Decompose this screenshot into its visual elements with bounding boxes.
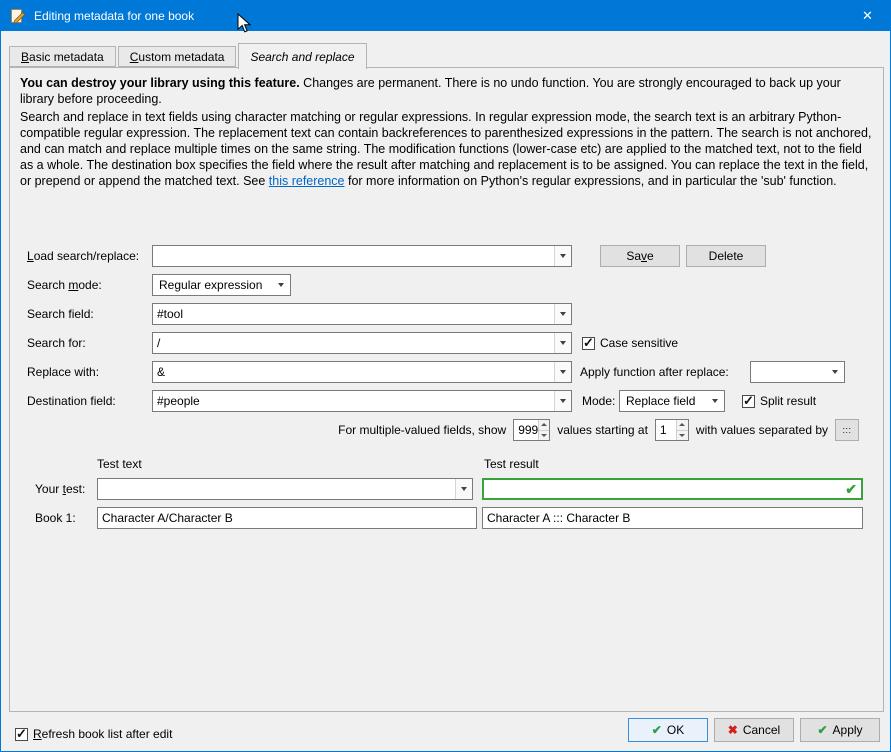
search-for-input[interactable] bbox=[153, 333, 554, 353]
description-text: Search and replace in text fields using … bbox=[20, 109, 877, 189]
search-field-combo[interactable] bbox=[152, 303, 572, 325]
tab-label: Basic metadata bbox=[21, 49, 104, 64]
your-test-combo[interactable] bbox=[97, 478, 473, 500]
your-test-label: Your test: bbox=[35, 482, 86, 496]
tab-panel: You can destroy your library using this … bbox=[9, 67, 884, 712]
refresh-book-list-checkbox[interactable]: Refresh book list after edit bbox=[15, 723, 172, 745]
dropdown-arrow-icon bbox=[278, 283, 284, 287]
close-icon: ✕ bbox=[862, 8, 873, 23]
split-result-label: Split result bbox=[760, 394, 817, 408]
load-search-replace-combo[interactable] bbox=[152, 245, 572, 267]
spinner-down-button[interactable] bbox=[539, 429, 550, 440]
dropdown-arrow-icon[interactable] bbox=[554, 246, 571, 266]
save-button-label: Save bbox=[626, 249, 654, 263]
warning-text: You can destroy your library using this … bbox=[20, 75, 877, 108]
replace-with-input[interactable] bbox=[153, 362, 554, 382]
ok-check-icon: ✔ bbox=[651, 723, 662, 737]
checkbox-icon bbox=[742, 393, 755, 409]
spinner-down-button[interactable] bbox=[676, 429, 688, 440]
warning-bold-text: You can destroy your library using this … bbox=[20, 76, 300, 90]
reference-link[interactable]: this reference bbox=[269, 174, 345, 188]
search-for-combo[interactable] bbox=[152, 332, 572, 354]
tab-bar: Basic metadata Custom metadata Search an… bbox=[9, 43, 369, 69]
tab-label: Custom metadata bbox=[129, 49, 225, 64]
split-result-checkbox[interactable]: Split result bbox=[742, 390, 816, 412]
search-for-label: Search for: bbox=[27, 336, 86, 350]
tab-basic-metadata[interactable]: Basic metadata bbox=[9, 46, 116, 67]
apply-check-icon: ✔ bbox=[817, 723, 828, 737]
dropdown-arrow-icon bbox=[832, 370, 838, 374]
delete-button-label: Delete bbox=[708, 249, 744, 263]
spinner-up-button[interactable] bbox=[676, 420, 688, 430]
destination-field-input[interactable] bbox=[153, 391, 554, 411]
checkbox-icon bbox=[582, 335, 595, 351]
search-field-label: Search field: bbox=[27, 307, 94, 321]
edit-metadata-icon bbox=[10, 8, 26, 24]
separator-button[interactable]: ::: bbox=[835, 419, 859, 441]
case-sensitive-label: Case sensitive bbox=[600, 336, 679, 350]
your-test-result-field: ✔ bbox=[482, 478, 863, 500]
multi-start-label: values starting at bbox=[557, 423, 648, 437]
mode-value: Replace field bbox=[626, 394, 696, 408]
load-search-replace-label: Load search/replace: bbox=[27, 249, 140, 263]
window-title: Editing metadata for one book bbox=[34, 9, 195, 23]
cancel-x-icon: ✖ bbox=[727, 723, 738, 737]
dropdown-arrow-icon[interactable] bbox=[554, 362, 571, 382]
separator-button-label: ::: bbox=[842, 425, 852, 435]
spinner-up-button[interactable] bbox=[539, 420, 550, 430]
success-check-icon: ✔ bbox=[845, 481, 857, 497]
search-mode-value: Regular expression bbox=[159, 278, 263, 292]
mode-dropdown[interactable]: Replace field bbox=[619, 390, 725, 412]
tab-label: Search and replace bbox=[250, 49, 355, 64]
dropdown-arrow-icon[interactable] bbox=[455, 479, 472, 499]
dialog-window: Editing metadata for one book ✕ Basic me… bbox=[0, 0, 891, 752]
cancel-button[interactable]: ✖ Cancel bbox=[714, 718, 794, 742]
multi-show-label: For multiple-valued fields, show bbox=[338, 423, 507, 437]
spinner-value[interactable]: 999 bbox=[514, 420, 538, 440]
book1-test-input[interactable] bbox=[97, 507, 477, 529]
dropdown-arrow-icon bbox=[712, 399, 718, 403]
destination-field-label: Destination field: bbox=[27, 394, 116, 408]
cancel-button-label: Cancel bbox=[742, 723, 781, 737]
book1-label: Book 1: bbox=[35, 511, 76, 525]
apply-function-label: Apply function after replace: bbox=[580, 365, 729, 379]
tab-custom-metadata[interactable]: Custom metadata bbox=[117, 46, 237, 67]
search-field-input[interactable] bbox=[153, 304, 554, 324]
book1-result-field bbox=[482, 507, 863, 529]
dropdown-arrow-icon[interactable] bbox=[554, 391, 571, 411]
save-button[interactable]: Save bbox=[600, 245, 680, 267]
spinner-value[interactable]: 1 bbox=[656, 420, 676, 440]
test-text-header: Test text bbox=[97, 457, 142, 471]
search-mode-label: Search mode: bbox=[27, 278, 102, 292]
multiple-values-row: For multiple-valued fields, show 999 val… bbox=[338, 419, 859, 441]
your-test-input[interactable] bbox=[98, 479, 455, 499]
apply-button[interactable]: ✔ Apply bbox=[800, 718, 880, 742]
refresh-book-list-label: Refresh book list after edit bbox=[33, 727, 173, 741]
apply-function-dropdown[interactable] bbox=[750, 361, 845, 383]
show-values-spinner[interactable]: 999 bbox=[513, 419, 551, 441]
multi-separator-label: with values separated by bbox=[695, 423, 828, 437]
apply-button-label: Apply bbox=[832, 723, 863, 737]
checkbox-icon bbox=[15, 726, 28, 742]
titlebar[interactable]: Editing metadata for one book ✕ bbox=[1, 1, 890, 31]
mode-label: Mode: bbox=[582, 394, 616, 408]
load-search-replace-input[interactable] bbox=[153, 246, 554, 266]
search-mode-dropdown[interactable]: Regular expression bbox=[152, 274, 291, 296]
tab-search-and-replace[interactable]: Search and replace bbox=[238, 43, 367, 69]
case-sensitive-checkbox[interactable]: Case sensitive bbox=[582, 332, 678, 354]
close-button[interactable]: ✕ bbox=[845, 1, 890, 31]
replace-with-combo[interactable] bbox=[152, 361, 572, 383]
test-result-header: Test result bbox=[484, 457, 539, 471]
dropdown-arrow-icon[interactable] bbox=[554, 333, 571, 353]
ok-button-label: OK bbox=[666, 723, 685, 737]
destination-field-combo[interactable] bbox=[152, 390, 572, 412]
description-after: for more information on Python's regular… bbox=[344, 174, 837, 188]
dropdown-arrow-icon[interactable] bbox=[554, 304, 571, 324]
ok-button[interactable]: ✔ OK bbox=[628, 718, 708, 742]
start-at-spinner[interactable]: 1 bbox=[654, 419, 689, 441]
delete-button[interactable]: Delete bbox=[686, 245, 766, 267]
replace-with-label: Replace with: bbox=[27, 365, 100, 379]
